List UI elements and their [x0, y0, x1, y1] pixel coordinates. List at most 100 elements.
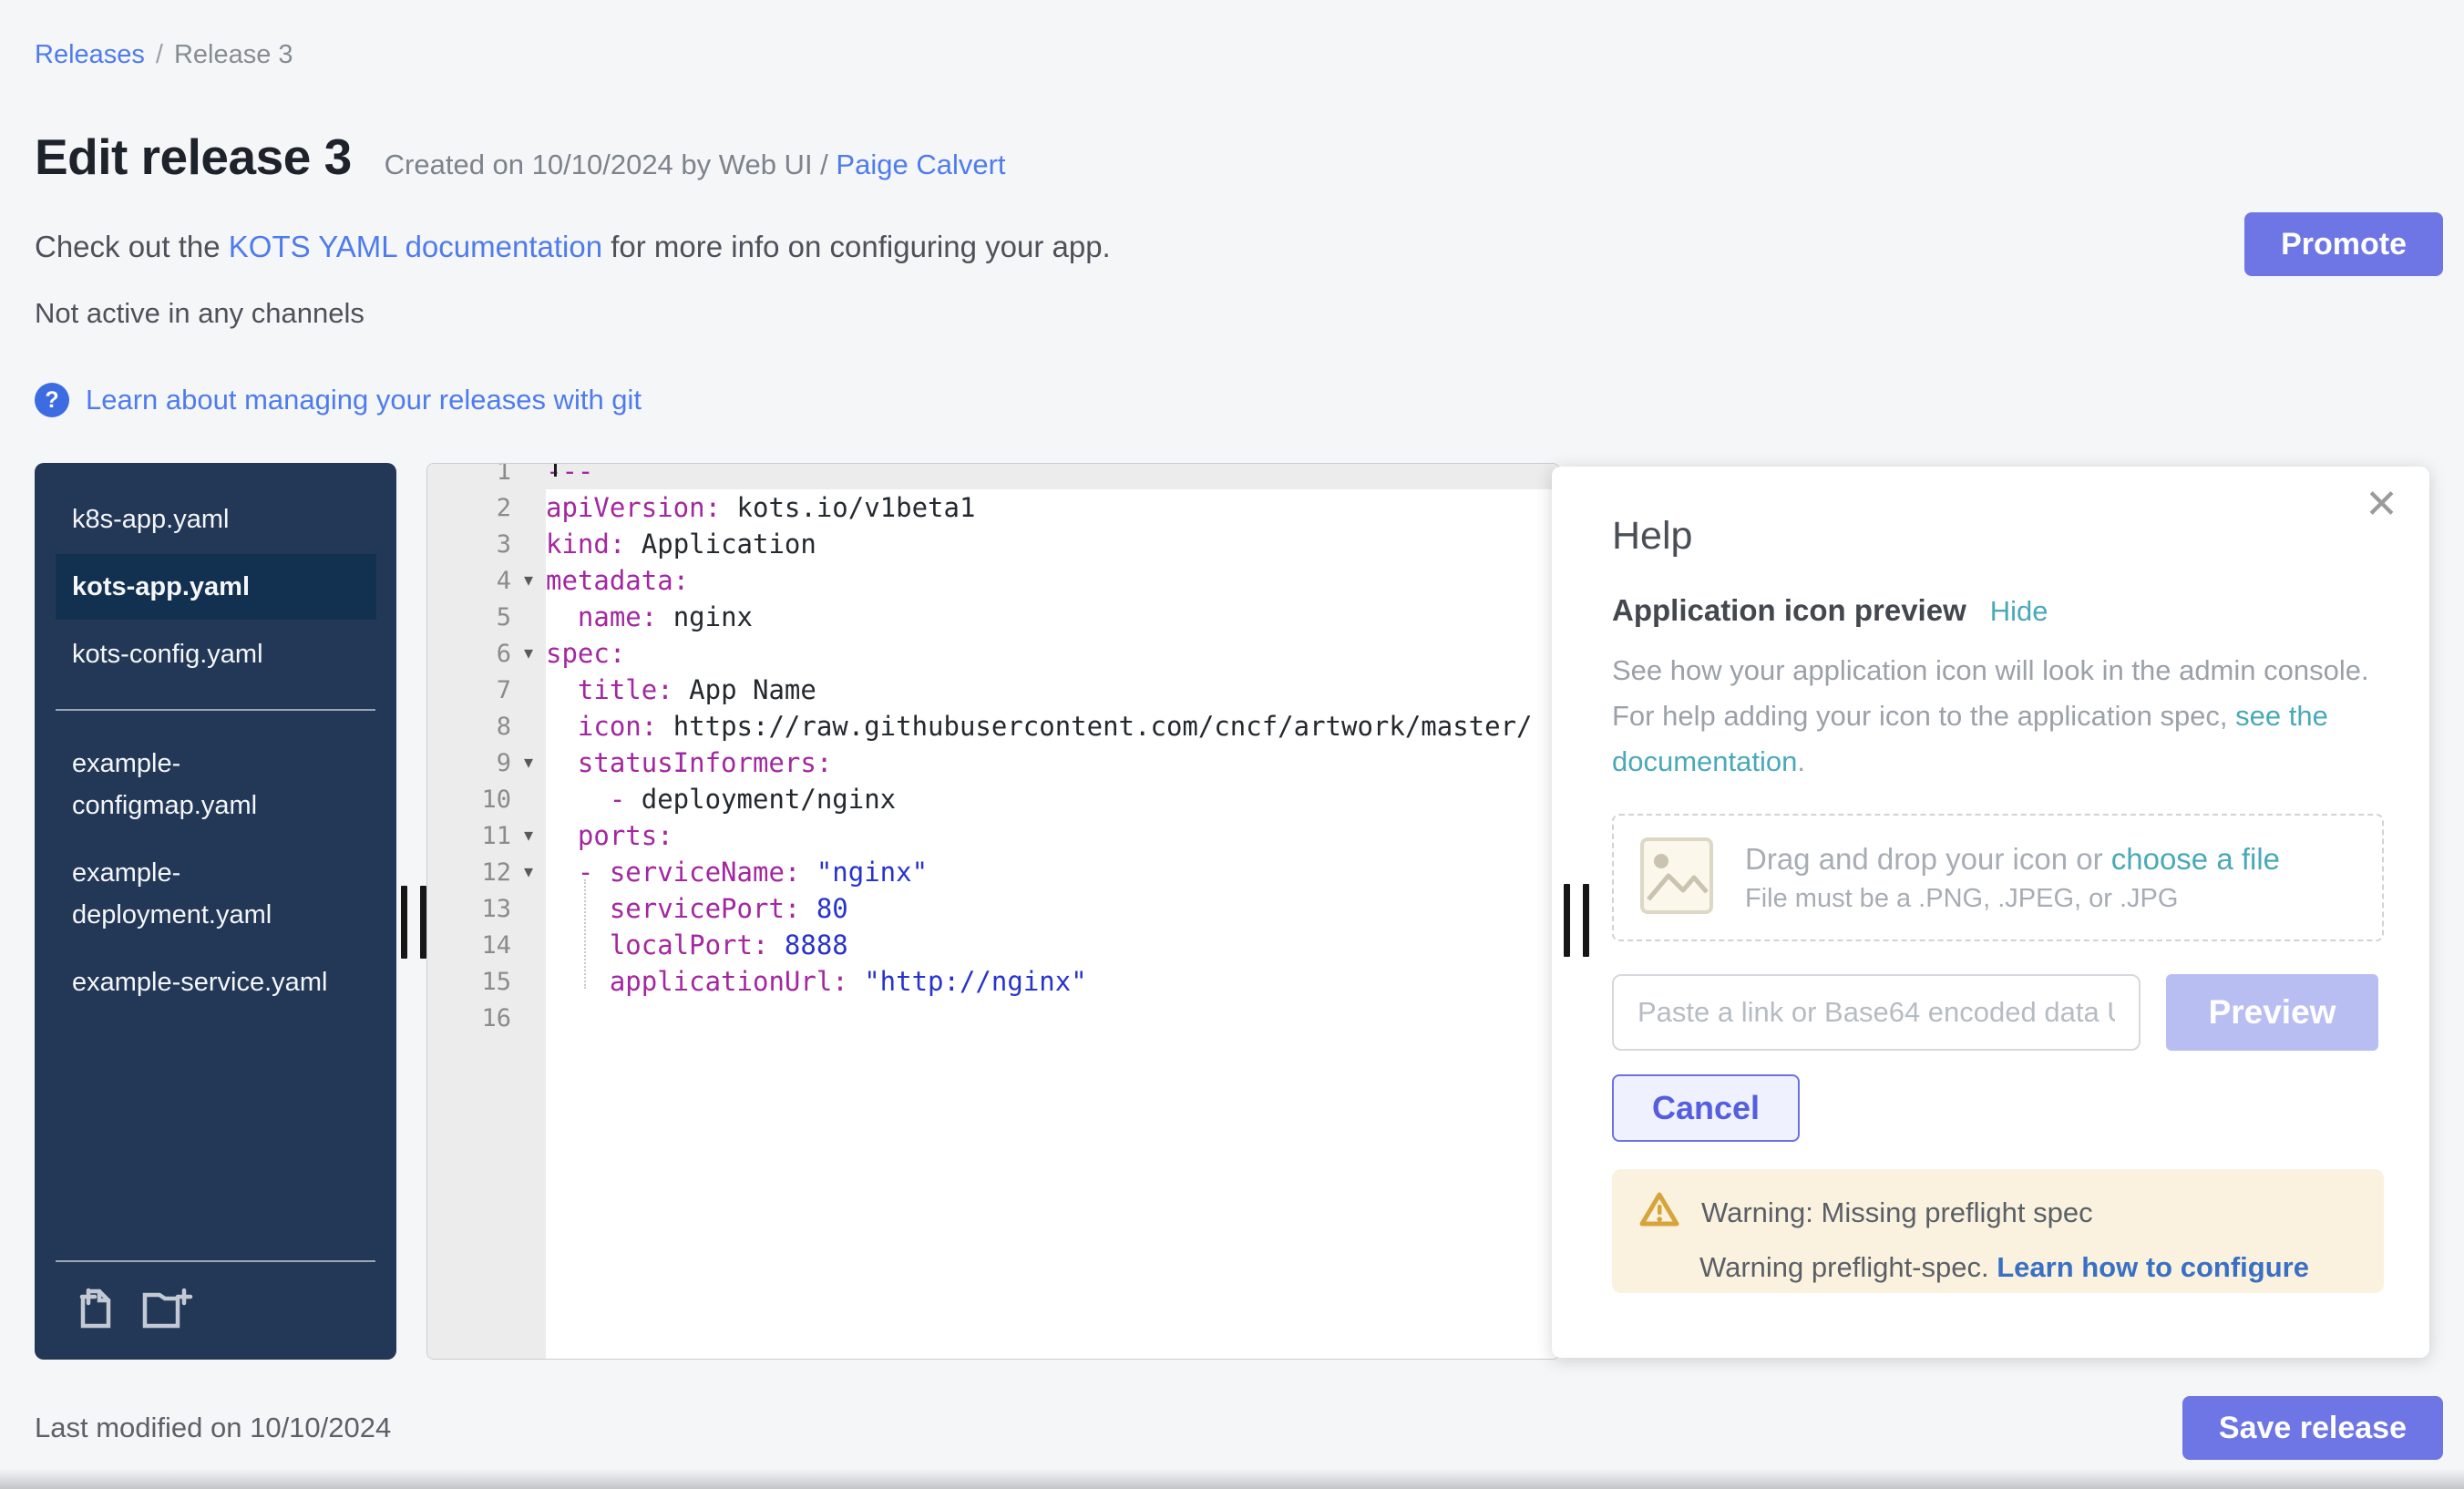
- doc-hint-line: Check out the KOTS YAML documentation fo…: [35, 230, 1111, 264]
- warning-configure-link[interactable]: Learn how to configure: [1997, 1251, 2309, 1283]
- line-number: 4: [427, 567, 511, 595]
- code-line-16[interactable]: 16: [427, 1000, 1559, 1036]
- line-number: 12: [427, 858, 511, 887]
- code-line-1[interactable]: 1 ---: [427, 463, 1559, 489]
- code-text: name: nginx: [546, 601, 753, 632]
- code-line-7[interactable]: 7 title: App Name: [427, 672, 1559, 708]
- line-number: 2: [427, 494, 511, 522]
- code-text: applicationUrl: "http://nginx": [546, 966, 1087, 997]
- code-line-11[interactable]: 11▾ ports:: [427, 817, 1559, 854]
- file-tree-item-example-configmap-yaml[interactable]: example-configmap.yaml: [56, 731, 376, 838]
- fold-arrow-icon[interactable]: ▾: [511, 854, 546, 890]
- file-tree-actions: [56, 1286, 375, 1334]
- code-text: ---: [546, 463, 593, 487]
- code-line-8[interactable]: 8 icon: https://raw.githubusercontent.co…: [427, 708, 1559, 744]
- code-line-14[interactable]: 14 localPort: 8888: [427, 927, 1559, 963]
- line-number: 16: [427, 1004, 511, 1032]
- fold-arrow-icon[interactable]: ▾: [511, 744, 546, 781]
- help-panel: ✕ Help Application icon preview Hide See…: [1552, 467, 2429, 1358]
- icon-preview-header: Application icon preview Hide: [1612, 593, 2384, 628]
- warning-body: Warning preflight-spec. Learn how to con…: [1699, 1251, 2356, 1284]
- git-help-row[interactable]: ? Learn about managing your releases wit…: [35, 383, 642, 417]
- line-number: 13: [427, 895, 511, 923]
- icon-preview-title: Application icon preview: [1612, 593, 1966, 628]
- text-cursor: [554, 463, 557, 477]
- line-number: 10: [427, 786, 511, 814]
- code-line-5[interactable]: 5 name: nginx: [427, 599, 1559, 635]
- kots-yaml-doc-link[interactable]: KOTS YAML documentation: [229, 230, 602, 263]
- close-icon[interactable]: ✕: [2365, 485, 2398, 525]
- fold-arrow-icon[interactable]: ▾: [511, 562, 546, 599]
- git-learn-link[interactable]: Learn about managing your releases with …: [86, 384, 642, 416]
- code-text: localPort: 8888: [546, 929, 848, 960]
- file-name: k8s-app.yaml: [72, 498, 229, 540]
- line-number: 14: [427, 931, 511, 960]
- breadcrumb-releases-link[interactable]: Releases: [35, 40, 145, 70]
- hide-link[interactable]: Hide: [1990, 595, 2048, 628]
- icon-url-input[interactable]: [1612, 974, 2141, 1051]
- code-text: - deployment/nginx: [546, 784, 896, 815]
- sidebar-resize-handle-bar1[interactable]: [401, 886, 407, 959]
- add-folder-icon[interactable]: [141, 1286, 194, 1334]
- file-tree-item-kots-config-yaml[interactable]: kots-config.yaml: [56, 621, 376, 687]
- choose-file-link[interactable]: choose a file: [2111, 842, 2280, 876]
- file-list: k8s-app.yaml kots-app.yaml kots-config.yam…: [56, 487, 375, 1017]
- line-number: 1: [427, 463, 511, 486]
- code-text: title: App Name: [546, 674, 816, 705]
- help-resize-handle-bar1[interactable]: [1564, 884, 1570, 957]
- question-icon: ?: [35, 383, 69, 417]
- sidebar-bottom: [56, 1260, 375, 1334]
- help-title: Help: [1612, 514, 2384, 559]
- file-tree-item-example-service-yaml[interactable]: example-service.yaml: [56, 950, 376, 1015]
- file-tree-item-example-deployment-yaml[interactable]: example-deployment.yaml: [56, 840, 376, 948]
- cancel-button[interactable]: Cancel: [1612, 1074, 1800, 1142]
- description-period: .: [1797, 745, 1805, 777]
- code-line-12[interactable]: 12▾ - serviceName: "nginx": [427, 854, 1559, 890]
- page-title: Edit release 3: [35, 128, 352, 186]
- save-release-button[interactable]: Save release: [2182, 1396, 2443, 1460]
- warning-body-text: Warning preflight-spec.: [1699, 1251, 1997, 1283]
- code-line-3[interactable]: 3kind: Application: [427, 526, 1559, 562]
- file-name: example-deployment.yaml: [72, 852, 345, 936]
- fold-arrow-icon[interactable]: ▾: [511, 635, 546, 672]
- code-line-2[interactable]: 2apiVersion: kots.io/v1beta1: [427, 489, 1559, 526]
- bottom-shade: [0, 1469, 2464, 1489]
- warning-title: Warning: Missing preflight spec: [1701, 1196, 2093, 1229]
- line-number: 8: [427, 713, 511, 741]
- line-number: 5: [427, 603, 511, 632]
- file-tree-sidebar: k8s-app.yaml kots-app.yaml kots-config.yam…: [35, 463, 396, 1360]
- channel-status: Not active in any channels: [35, 297, 364, 330]
- file-tree-item-kots-app-yaml[interactable]: kots-app.yaml: [56, 554, 376, 620]
- code-line-6[interactable]: 6▾spec:: [427, 635, 1559, 672]
- warning-icon: [1639, 1191, 1679, 1235]
- file-name: kots-config.yaml: [72, 633, 263, 675]
- line-number: 11: [427, 822, 511, 850]
- code-text: servicePort: 80: [546, 893, 848, 924]
- add-file-icon[interactable]: [74, 1286, 116, 1334]
- last-modified-text: Last modified on 10/10/2024: [35, 1412, 391, 1444]
- code-line-13[interactable]: 13 servicePort: 80: [427, 890, 1559, 927]
- help-resize-handle-bar2[interactable]: [1583, 884, 1589, 957]
- dropzone-instruction: Drag and drop your icon or: [1745, 842, 2111, 876]
- code-line-15[interactable]: 15 applicationUrl: "http://nginx": [427, 963, 1559, 1000]
- created-meta: Created on 10/10/2024 by Web UI / Paige …: [385, 149, 1006, 181]
- fold-arrow-icon[interactable]: ▾: [511, 817, 546, 854]
- sidebar-resize-handle-bar2[interactable]: [420, 886, 426, 959]
- code-line-4[interactable]: 4▾metadata:: [427, 562, 1559, 599]
- file-tree-item-k8s-app-yaml[interactable]: k8s-app.yaml: [56, 487, 376, 552]
- icon-dropzone[interactable]: Drag and drop your icon or choose a file…: [1612, 814, 2384, 941]
- promote-button[interactable]: Promote: [2244, 212, 2443, 276]
- code-text: - serviceName: "nginx": [546, 857, 928, 888]
- code-text: ports:: [546, 820, 673, 851]
- created-text: Created on 10/10/2024 by Web UI /: [385, 149, 828, 180]
- preflight-warning-box: Warning: Missing preflight spec Warning …: [1612, 1169, 2384, 1293]
- preview-button[interactable]: Preview: [2166, 974, 2378, 1051]
- dropzone-text: Drag and drop your icon or choose a file…: [1745, 842, 2280, 914]
- code-line-10[interactable]: 10 - deployment/nginx: [427, 781, 1559, 817]
- code-text: spec:: [546, 638, 625, 669]
- icon-link-row: Preview: [1612, 974, 2384, 1051]
- yaml-editor[interactable]: 1 ---2apiVersion: kots.io/v1beta13kind: A…: [426, 463, 1560, 1360]
- code-text: icon: https://raw.githubusercontent.com/…: [546, 711, 1533, 742]
- author-link[interactable]: Paige Calvert: [836, 149, 1005, 180]
- code-line-9[interactable]: 9▾ statusInformers:: [427, 744, 1559, 781]
